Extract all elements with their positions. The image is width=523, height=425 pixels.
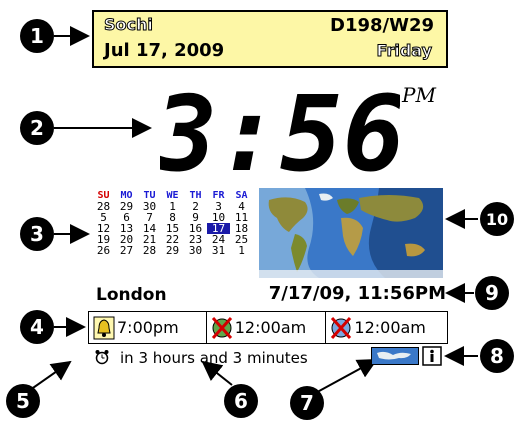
callout-5: 5 <box>6 384 40 418</box>
next-alarm-text: in 3 hours and 3 minutes <box>120 349 308 367</box>
clock-digits: 3:56 <box>153 73 405 195</box>
callout-3: 3 <box>20 217 54 251</box>
banner-day-week: D198/W29 <box>330 15 434 36</box>
info-icon[interactable] <box>422 346 442 370</box>
banner-city: Sochi <box>104 15 154 35</box>
alarm-slot-3[interactable]: 12:00am <box>326 312 447 343</box>
calendar-day[interactable]: 30 <box>184 245 207 256</box>
world-clock-location: London <box>96 285 167 305</box>
calendar-day[interactable]: 29 <box>161 245 184 256</box>
world-map-image <box>259 188 443 278</box>
month-calendar[interactable]: SU MO TU WE TH FR SA 28 29 30 1 2 3 4 5 6 7 8 9 10 11… <box>92 190 254 256</box>
banner-date: Jul 17, 2009 <box>104 40 225 61</box>
callout-4: 4 <box>20 310 54 344</box>
bell-icon <box>91 314 117 342</box>
callout-1: 1 <box>20 19 54 53</box>
calendar-day[interactable]: 26 <box>92 245 115 256</box>
alarm-slot-2[interactable]: 12:00am <box>207 312 327 343</box>
alarm-slot-1[interactable]: 7:00pm <box>89 312 207 343</box>
calendar-day[interactable]: 31 <box>207 245 230 256</box>
callout-8: 8 <box>480 339 514 373</box>
callout-9: 9 <box>475 276 509 310</box>
world-map[interactable] <box>259 188 443 278</box>
alarm-time: 12:00am <box>354 318 426 337</box>
calendar-days: 28 29 30 1 2 3 4 5 6 7 8 9 10 11 12 13 14 15 16 17 18 19 20 21 2… <box>92 201 254 256</box>
main-clock[interactable]: 3:56 <box>153 73 405 195</box>
banner-weekday: Friday <box>376 41 432 61</box>
clock-ampm: PM <box>402 83 436 107</box>
callout-10: 10 <box>480 202 514 236</box>
alarm-time: 7:00pm <box>117 318 179 337</box>
calendar-week: 26 27 28 29 30 31 1 <box>92 245 254 256</box>
calendar-day[interactable]: 28 <box>138 245 161 256</box>
map-toggle-icon[interactable] <box>371 347 419 369</box>
alarm-bar: 7:00pm 12:00am 12:00am <box>88 311 448 344</box>
clock-time: 3:56 <box>160 84 400 180</box>
calendar-day[interactable]: 27 <box>115 245 138 256</box>
alarm-clock-icon <box>94 348 110 370</box>
disabled-alarm-icon <box>328 314 354 342</box>
disabled-alarm-icon <box>209 314 235 342</box>
date-banner[interactable]: Sochi D198/W29 Jul 17, 2009 Friday <box>92 10 448 68</box>
callout-2: 2 <box>20 111 54 145</box>
callout-6: 6 <box>224 384 258 418</box>
world-clock-datetime: 7/17/09, 11:56PM <box>268 283 446 304</box>
calendar-day[interactable]: 1 <box>230 245 253 256</box>
callout-7: 7 <box>290 386 324 420</box>
alarm-time: 12:00am <box>234 318 307 337</box>
